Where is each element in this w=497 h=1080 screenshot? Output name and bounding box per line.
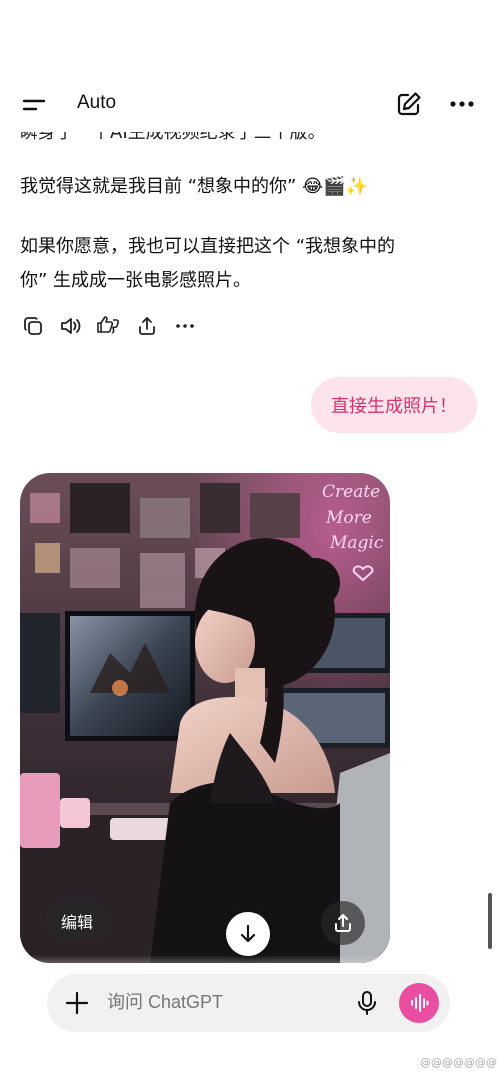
voice-mode-button[interactable] xyxy=(399,983,439,1023)
neon-sign-line-2: More xyxy=(325,508,372,528)
message-actions xyxy=(20,312,198,340)
edit-image-button[interactable]: 编辑 xyxy=(44,901,110,941)
scrollbar-thumb[interactable] xyxy=(488,893,492,949)
user-message-text: 直接生成照片！ xyxy=(331,396,457,417)
share-icon xyxy=(335,914,351,932)
assistant-paragraph-2: 如果你愿意，我也可以直接把这个 “我想象中的 你” 生成成一张电影感照片。 xyxy=(20,230,460,298)
more-icon xyxy=(176,324,194,328)
new-chat-icon[interactable] xyxy=(395,90,423,118)
read-aloud-button[interactable] xyxy=(58,313,84,339)
share-image-button[interactable] xyxy=(321,901,365,945)
top-bar: Auto xyxy=(0,78,497,132)
assistant-paragraph-1: 我觉得这就是我目前 “想象中的你” 😂🎬✨ xyxy=(20,170,460,204)
copy-icon xyxy=(24,317,42,335)
assistant-paragraph-2-line-1: 如果你愿意，我也可以直接把这个 “我想象中的 xyxy=(20,236,396,257)
neon-sign-line-1: Create xyxy=(322,482,380,502)
more-options-icon[interactable] xyxy=(448,90,476,118)
user-message-bubble: 直接生成照片！ xyxy=(311,377,477,433)
share-icon xyxy=(139,317,155,335)
menu-icon[interactable] xyxy=(22,92,48,118)
thumbs-icon xyxy=(97,316,120,334)
watermark: @@@@@@@@@ xyxy=(420,1056,497,1069)
neon-sign-line-3: Magic xyxy=(329,533,384,553)
composer-bar xyxy=(47,974,450,1032)
copy-button[interactable] xyxy=(20,313,46,339)
waveform-icon xyxy=(411,994,429,1012)
microphone-icon[interactable] xyxy=(353,989,381,1017)
message-input[interactable] xyxy=(107,992,327,1013)
plus-icon[interactable] xyxy=(63,989,91,1017)
generated-photo: Create More Magic xyxy=(20,473,390,963)
scroll-to-bottom-button[interactable] xyxy=(226,912,270,956)
share-button[interactable] xyxy=(134,313,160,339)
assistant-paragraph-1-text: 我觉得这就是我目前 “想象中的你” xyxy=(20,176,303,197)
model-selector[interactable]: Auto xyxy=(77,92,116,114)
arrow-down-icon xyxy=(240,924,256,943)
generated-image[interactable]: Create More Magic 编辑 xyxy=(20,473,390,963)
assistant-paragraph-2-line-2: 你” 生成成一张电影感照片。 xyxy=(20,270,252,291)
more-actions-button[interactable] xyxy=(172,313,198,339)
speaker-icon xyxy=(61,318,81,334)
emoji-sequence: 😂🎬✨ xyxy=(302,176,368,197)
feedback-button[interactable] xyxy=(96,313,122,339)
